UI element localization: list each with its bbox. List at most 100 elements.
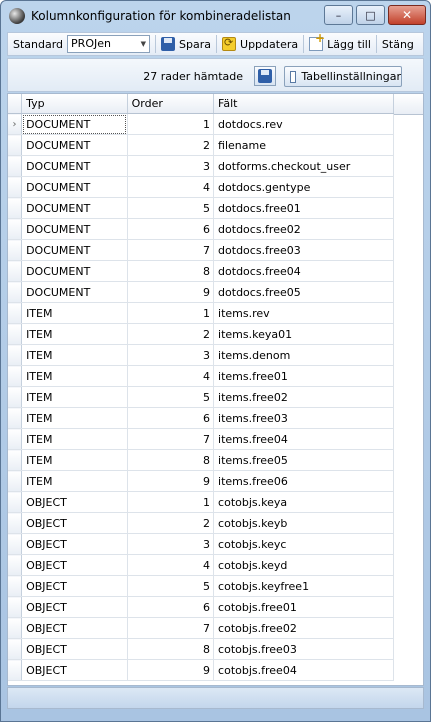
order-cell[interactable]: 1 <box>127 302 215 324</box>
type-cell[interactable]: DOCUMENT <box>21 113 128 135</box>
type-cell[interactable]: OBJECT <box>21 533 128 555</box>
field-cell[interactable]: dotdocs.free01 <box>213 197 394 219</box>
column-header-typ[interactable]: Typ <box>21 94 128 114</box>
type-cell[interactable]: ITEM <box>21 428 128 450</box>
table-row[interactable]: › DOCUMENT 1 dotdocs.rev <box>8 113 394 135</box>
order-cell[interactable]: 1 <box>127 113 215 135</box>
row-selector[interactable] <box>8 428 23 450</box>
order-cell[interactable]: 7 <box>127 239 215 261</box>
row-selector[interactable] <box>8 638 23 660</box>
type-cell[interactable]: OBJECT <box>21 575 128 597</box>
table-row[interactable]: DOCUMENT 9 dotdocs.free05 <box>8 281 394 303</box>
field-cell[interactable]: cotobjs.free01 <box>213 596 394 618</box>
row-selector-header[interactable] <box>8 94 23 114</box>
type-cell[interactable]: ITEM <box>21 449 128 471</box>
order-cell[interactable]: 5 <box>127 386 215 408</box>
row-selector[interactable] <box>8 176 23 198</box>
field-cell[interactable]: cotobjs.keyd <box>213 554 394 576</box>
row-selector[interactable] <box>8 596 23 618</box>
table-row[interactable]: DOCUMENT 7 dotdocs.free03 <box>8 239 394 261</box>
type-cell[interactable]: OBJECT <box>21 638 128 660</box>
order-cell[interactable]: 6 <box>127 407 215 429</box>
type-cell[interactable]: DOCUMENT <box>21 155 128 177</box>
row-selector[interactable] <box>8 554 23 576</box>
type-cell[interactable]: OBJECT <box>21 617 128 639</box>
order-cell[interactable]: 5 <box>127 197 215 219</box>
order-cell[interactable]: 8 <box>127 638 215 660</box>
row-selector[interactable] <box>8 281 23 303</box>
table-row[interactable]: ITEM 7 items.free04 <box>8 428 394 450</box>
row-selector[interactable] <box>8 260 23 282</box>
row-selector[interactable] <box>8 470 23 492</box>
row-selector[interactable] <box>8 491 23 513</box>
field-cell[interactable]: cotobjs.free03 <box>213 638 394 660</box>
table-row[interactable]: OBJECT 4 cotobjs.keyd <box>8 554 394 576</box>
type-cell[interactable]: DOCUMENT <box>21 260 128 282</box>
row-selector[interactable] <box>8 197 23 219</box>
field-cell[interactable]: items.free02 <box>213 386 394 408</box>
table-row[interactable]: DOCUMENT 2 filename <box>8 134 394 156</box>
table-row[interactable]: OBJECT 3 cotobjs.keyc <box>8 533 394 555</box>
type-cell[interactable]: ITEM <box>21 386 128 408</box>
type-cell[interactable]: DOCUMENT <box>21 134 128 156</box>
order-cell[interactable]: 4 <box>127 554 215 576</box>
column-header-order[interactable]: Order <box>127 94 215 114</box>
row-selector[interactable] <box>8 533 23 555</box>
row-selector[interactable] <box>8 155 23 177</box>
order-cell[interactable]: 4 <box>127 176 215 198</box>
close-button[interactable]: Stäng <box>382 38 414 51</box>
type-cell[interactable]: ITEM <box>21 323 128 345</box>
order-cell[interactable]: 7 <box>127 428 215 450</box>
order-cell[interactable]: 5 <box>127 575 215 597</box>
order-cell[interactable]: 2 <box>127 512 215 534</box>
order-cell[interactable]: 6 <box>127 218 215 240</box>
row-selector[interactable] <box>8 575 23 597</box>
order-cell[interactable]: 4 <box>127 365 215 387</box>
type-cell[interactable]: ITEM <box>21 365 128 387</box>
maximize-button[interactable]: □ <box>356 5 385 25</box>
table-row[interactable]: ITEM 9 items.free06 <box>8 470 394 492</box>
table-row[interactable]: DOCUMENT 4 dotdocs.gentype <box>8 176 394 198</box>
type-cell[interactable]: ITEM <box>21 407 128 429</box>
row-selector[interactable] <box>8 134 23 156</box>
table-settings-button[interactable]: Tabellinställningar <box>284 66 402 87</box>
field-cell[interactable]: items.free04 <box>213 428 394 450</box>
type-cell[interactable]: DOCUMENT <box>21 176 128 198</box>
order-cell[interactable]: 9 <box>127 281 215 303</box>
field-cell[interactable]: dotdocs.rev <box>213 113 394 135</box>
row-selector[interactable] <box>8 512 23 534</box>
table-row[interactable]: OBJECT 8 cotobjs.free03 <box>8 638 394 660</box>
order-cell[interactable]: 3 <box>127 533 215 555</box>
field-cell[interactable]: dotdocs.free05 <box>213 281 394 303</box>
standard-combo[interactable]: PROJen ▼ <box>67 35 151 53</box>
row-selector[interactable] <box>8 218 23 240</box>
data-grid[interactable]: Typ Order Fält › DOCUMENT 1 dotdocs.rev DOCU… <box>7 93 424 686</box>
order-cell[interactable]: 2 <box>127 323 215 345</box>
order-cell[interactable]: 2 <box>127 134 215 156</box>
order-cell[interactable]: 8 <box>127 260 215 282</box>
field-cell[interactable]: filename <box>213 134 394 156</box>
table-row[interactable]: ITEM 4 items.free01 <box>8 365 394 387</box>
order-cell[interactable]: 3 <box>127 155 215 177</box>
table-row[interactable]: DOCUMENT 3 dotforms.checkout_user <box>8 155 394 177</box>
refresh-button[interactable]: Uppdatera <box>222 36 298 51</box>
row-selector[interactable] <box>8 239 23 261</box>
column-header-falt[interactable]: Fält <box>213 94 394 114</box>
row-selector[interactable] <box>8 659 23 681</box>
order-cell[interactable]: 6 <box>127 596 215 618</box>
table-row[interactable]: ITEM 2 items.keya01 <box>8 323 394 345</box>
type-cell[interactable]: DOCUMENT <box>21 281 128 303</box>
row-selector[interactable] <box>8 365 23 387</box>
field-cell[interactable]: cotobjs.keyfree1 <box>213 575 394 597</box>
table-row[interactable]: ITEM 5 items.free02 <box>8 386 394 408</box>
row-selector[interactable] <box>8 323 23 345</box>
table-row[interactable]: OBJECT 6 cotobjs.free01 <box>8 596 394 618</box>
order-cell[interactable]: 9 <box>127 470 215 492</box>
field-cell[interactable]: dotdocs.free04 <box>213 260 394 282</box>
table-row[interactable]: DOCUMENT 8 dotdocs.free04 <box>8 260 394 282</box>
order-cell[interactable]: 9 <box>127 659 215 681</box>
type-cell[interactable]: OBJECT <box>21 491 128 513</box>
row-selector[interactable]: › <box>8 113 23 135</box>
order-cell[interactable]: 7 <box>127 617 215 639</box>
type-cell[interactable]: OBJECT <box>21 596 128 618</box>
